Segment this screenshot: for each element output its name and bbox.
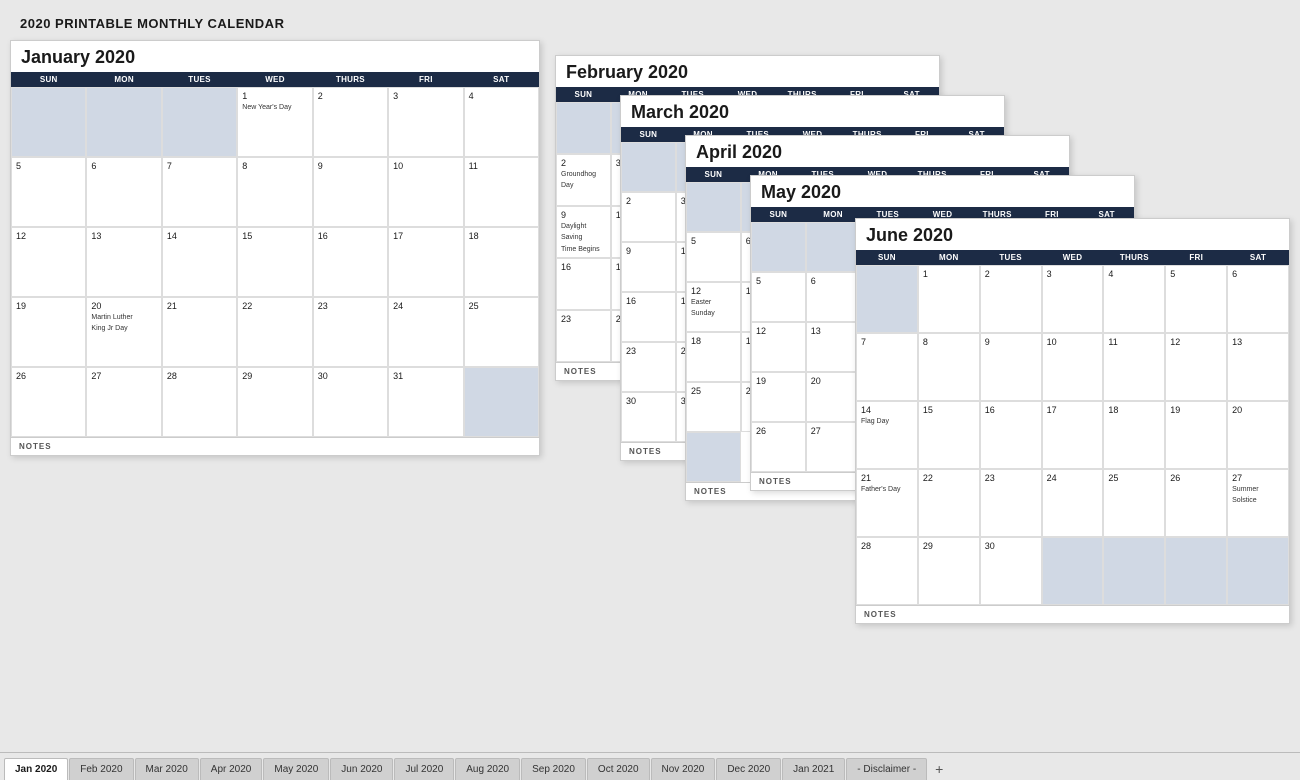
jan-cell-15: 15 [237, 227, 312, 297]
mar-title: March 2020 [621, 96, 1004, 127]
main-content: 2020 PRINTABLE MONTHLY CALENDAR January … [0, 0, 1300, 752]
tab-jan-2021[interactable]: Jan 2021 [782, 758, 845, 780]
add-sheet-button[interactable]: + [928, 758, 950, 780]
feb-cell-2: 2 Groundhog Day [556, 154, 611, 206]
jan-cell-27: 27 [86, 367, 161, 437]
jan-cell-26: 26 [11, 367, 86, 437]
jan-cell-25: 25 [464, 297, 539, 367]
jan-notes: NOTES [11, 437, 539, 455]
jan-cell-22: 22 [237, 297, 312, 367]
jan-cell-31: 31 [388, 367, 463, 437]
jun-notes: NOTES [856, 605, 1289, 623]
jan-grid: SUN MON TUES WED THURS FRI SAT 1 New Yea… [11, 72, 539, 437]
jan-h-tue: TUES [162, 72, 237, 87]
jan-h-sat: SAT [464, 72, 539, 87]
jan-cell-6: 6 [86, 157, 161, 227]
jan-cell-23: 23 [313, 297, 388, 367]
jan-cell-20: 20 Martin LutherKing Jr Day [86, 297, 161, 367]
jan-header: SUN MON TUES WED THURS FRI SAT [11, 72, 539, 87]
jan-h-thu: THURS [313, 72, 388, 87]
jan-cell-12: 12 [11, 227, 86, 297]
jan-cell-16: 16 [313, 227, 388, 297]
jan-cell-5: 5 [11, 157, 86, 227]
jan-cell-3: 3 [388, 87, 463, 157]
feb-cell-9: 9 Daylight SavingTime Begins [556, 206, 611, 258]
jun-body: 1 2 3 4 5 6 7 8 9 10 11 12 13 14 Flag Da… [856, 265, 1289, 605]
jan-cell-1: 1 New Year's Day [237, 87, 312, 157]
feb-h-sun: SUN [556, 87, 611, 102]
tab-jan-2020[interactable]: Jan 2020 [4, 758, 68, 780]
mar-h-sun: SUN [621, 127, 676, 142]
tab-aug-2020[interactable]: Aug 2020 [455, 758, 520, 780]
tab-disclaimer[interactable]: - Disclaimer - [846, 758, 927, 780]
jan-cell-24: 24 [388, 297, 463, 367]
tab-mar-2020[interactable]: Mar 2020 [135, 758, 199, 780]
tab-sep-2020[interactable]: Sep 2020 [521, 758, 586, 780]
jan-cell-30: 30 [313, 367, 388, 437]
jan-h-wed: WED [237, 72, 312, 87]
feb-title: February 2020 [556, 56, 939, 87]
calendar-june: June 2020 SUN MON TUES WED THURS FRI SAT… [855, 218, 1290, 624]
jan-body: 1 New Year's Day 2 3 4 5 6 7 8 9 10 11 1… [11, 87, 539, 437]
may-title: May 2020 [751, 176, 1134, 207]
jun-title: June 2020 [856, 219, 1289, 250]
jan-cell-9: 9 [313, 157, 388, 227]
jan-h-mon: MON [86, 72, 161, 87]
jan-cell-19: 19 [11, 297, 86, 367]
jan-cell-17: 17 [388, 227, 463, 297]
jan-title: January 2020 [11, 41, 539, 72]
tab-nov-2020[interactable]: Nov 2020 [651, 758, 716, 780]
apr-title: April 2020 [686, 136, 1069, 167]
feb-cell-23: 23 [556, 310, 611, 362]
feb-cell-jan26 [556, 102, 611, 154]
jan-cell-11: 11 [464, 157, 539, 227]
jan-cell-29: 29 [237, 367, 312, 437]
jan-cell-7: 7 [162, 157, 237, 227]
jan-cell-14: 14 [162, 227, 237, 297]
jan-cell-18: 18 [464, 227, 539, 297]
feb-cell-16: 16 [556, 258, 611, 310]
tab-oct-2020[interactable]: Oct 2020 [587, 758, 650, 780]
jan-h-fri: FRI [388, 72, 463, 87]
jan-cell-dec30 [86, 87, 161, 157]
jan-cell-21: 21 [162, 297, 237, 367]
jun-header: SUN MON TUES WED THURS FRI SAT [856, 250, 1289, 265]
tab-jul-2020[interactable]: Jul 2020 [394, 758, 454, 780]
tab-bar: Jan 2020 Feb 2020 Mar 2020 Apr 2020 May … [0, 752, 1300, 780]
page-title: 2020 PRINTABLE MONTHLY CALENDAR [20, 16, 1280, 31]
jan-cell-8: 8 [237, 157, 312, 227]
tab-jun-2020[interactable]: Jun 2020 [330, 758, 393, 780]
jan-cell-dec31 [162, 87, 237, 157]
jan-cell-4: 4 [464, 87, 539, 157]
jan-cell-2: 2 [313, 87, 388, 157]
tab-feb-2020[interactable]: Feb 2020 [69, 758, 133, 780]
tab-may-2020[interactable]: May 2020 [263, 758, 329, 780]
jan-cell-28: 28 [162, 367, 237, 437]
tab-apr-2020[interactable]: Apr 2020 [200, 758, 263, 780]
jan-cell-10: 10 [388, 157, 463, 227]
jan-cell-13: 13 [86, 227, 161, 297]
tab-dec-2020[interactable]: Dec 2020 [716, 758, 781, 780]
jan-cell-dec29 [11, 87, 86, 157]
calendar-january: January 2020 SUN MON TUES WED THURS FRI … [10, 40, 540, 456]
jan-cell-feb1 [464, 367, 539, 437]
jun-grid: SUN MON TUES WED THURS FRI SAT 1 2 3 4 5… [856, 250, 1289, 605]
jan-h-sun: SUN [11, 72, 86, 87]
